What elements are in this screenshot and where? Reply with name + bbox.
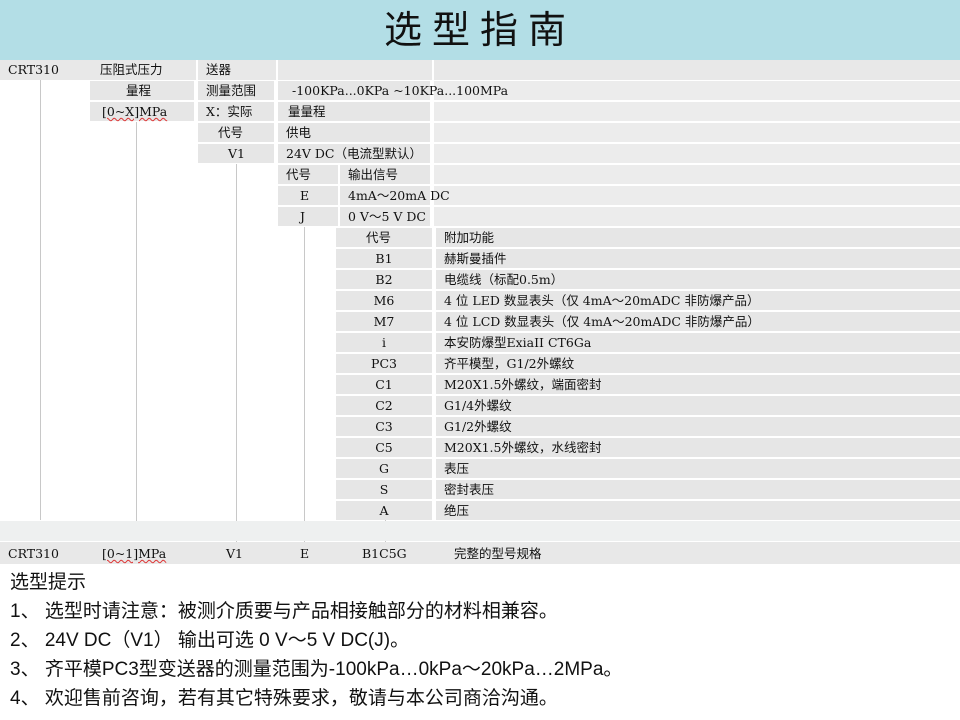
example-model: CRT310 [8, 546, 59, 561]
guide-line [136, 122, 137, 522]
output-code-label: 代号 [286, 167, 312, 182]
measure-range-value: -100KPa...0KPa ~10KPa...100MPa [292, 83, 509, 98]
option-code: A [379, 503, 389, 518]
example-label: 完整的型号规格 [454, 546, 542, 561]
options-code-label: 代号 [366, 230, 392, 245]
product-desc-2: 送器 [206, 62, 232, 77]
range-label: 量程 [126, 83, 152, 98]
guide-line [304, 227, 305, 543]
options-label: 附加功能 [444, 230, 495, 245]
output-label: 输出信号 [348, 167, 399, 182]
example-supply: V1 [226, 546, 243, 561]
option-value: 4 位 LCD 数显表头（仅 4mA～20mADC 非防爆产品） [444, 314, 760, 329]
supply-label: 供电 [286, 125, 312, 140]
page-title: 选型指南 [383, 8, 576, 52]
output-code: E [300, 188, 310, 203]
x-label: X：实际 [206, 104, 253, 119]
option-value: M20X1.5外螺纹，水线密封 [444, 440, 602, 455]
selection-notes: 选型提示 1、 选型时请注意：被测介质要与产品相接触部分的材料相兼容。 2、 2… [10, 568, 950, 713]
option-code: C1 [375, 377, 393, 392]
example-range: [0~1]MPa [102, 546, 167, 561]
note-item: 3、 齐平模PC3型变送器的测量范围为-100kPa…0kPa～20kPa…2M… [10, 659, 623, 680]
option-value: 表压 [444, 461, 470, 476]
guide-line [236, 164, 237, 544]
option-code: M6 [373, 293, 395, 308]
supply-code-label: 代号 [218, 125, 244, 140]
option-code: G [379, 461, 389, 476]
option-code: B2 [375, 272, 393, 287]
option-code: C3 [375, 419, 393, 434]
x-value: 量量程 [288, 104, 326, 119]
option-value: 4 位 LED 数显表头（仅 4mA～20mADC 非防爆产品） [444, 293, 760, 308]
note-item: 1、 选型时请注意：被测介质要与产品相接触部分的材料相兼容。 [10, 601, 558, 622]
note-item: 4、 欢迎售前咨询，若有其它特殊要求，敬请与本公司商洽沟通。 [10, 688, 558, 709]
note-item: 2、 24V DC（V1） 输出可选 0 V～5 V DC(J)。 [10, 630, 410, 651]
option-code: i [382, 335, 386, 350]
range-unit: [0~X]MPa [102, 104, 168, 119]
option-code: PC3 [371, 356, 397, 371]
product-desc: 压阻式压力 [100, 62, 163, 77]
option-value: G1/4外螺纹 [444, 398, 512, 413]
output-value: 0 V～5 V DC [348, 209, 426, 224]
option-code: B1 [375, 251, 393, 266]
measure-range-label: 测量范围 [206, 83, 257, 98]
option-value: 齐平模型，G1/2外螺纹 [444, 356, 575, 371]
option-value: G1/2外螺纹 [444, 419, 512, 434]
option-value: 绝压 [444, 503, 470, 518]
option-value: 电缆线（标配0.5m） [444, 272, 564, 287]
output-value: 4mA～20mA DC [348, 188, 450, 203]
option-value: 赫斯曼插件 [444, 251, 507, 266]
option-code: S [379, 482, 389, 497]
option-value: M20X1.5外螺纹，端面密封 [444, 377, 602, 392]
option-value: 本安防爆型ExiaII CT6Ga [444, 335, 592, 350]
example-options: B1C5G [362, 546, 407, 561]
output-code: J [300, 209, 306, 224]
option-value: 密封表压 [444, 482, 495, 497]
supply-value: 24V DC（电流型默认） [286, 146, 422, 161]
supply-code: V1 [228, 146, 245, 161]
option-code: M7 [373, 314, 395, 329]
notes-heading: 选型提示 [10, 572, 87, 593]
example-output: E [300, 546, 310, 561]
option-code: C2 [375, 398, 393, 413]
model-code: CRT310 [8, 62, 59, 77]
option-code: C5 [375, 440, 393, 455]
guide-line [40, 80, 41, 520]
